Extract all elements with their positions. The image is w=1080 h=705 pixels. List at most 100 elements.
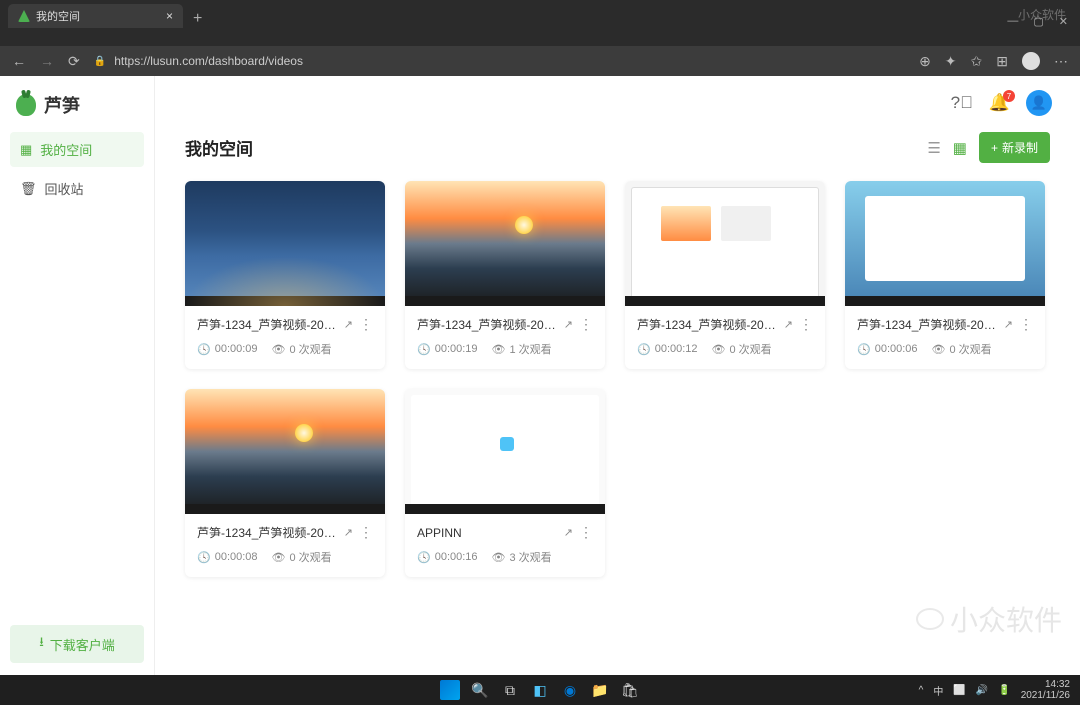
video-duration: 🕓00:00:09 <box>197 343 258 356</box>
more-icon[interactable]: ⋮ <box>799 316 813 333</box>
more-icon[interactable]: ⋮ <box>1019 316 1033 333</box>
video-title: 芦笋-1234_芦笋视频-20211126 <box>197 316 338 333</box>
video-thumbnail <box>185 181 385 306</box>
video-card[interactable]: APPINN ↗ ⋮ 🕓00:00:16 👁3 次观看 <box>405 389 605 577</box>
share-icon[interactable]: ↗ <box>1004 318 1013 331</box>
video-thumbnail <box>845 181 1045 306</box>
sidebar-label: 我的空间 <box>40 140 92 159</box>
new-record-button[interactable]: + 新录制 <box>979 132 1050 163</box>
video-title: 芦笋-1234_芦笋视频-20211126 <box>197 524 338 541</box>
app-container: 芦笋 ▦ 我的空间 🗑 回收站 ⭳ 下载客户端 ?⃝ 🔔 7 👤 我的空间 ☰ … <box>0 76 1080 675</box>
video-thumbnail <box>405 181 605 306</box>
grid-view-button[interactable]: ▦ <box>953 139 967 157</box>
video-card[interactable]: 芦笋-1234_芦笋视频-20211126 ↗ ⋮ 🕓00:00:08 👁0 次… <box>185 389 385 577</box>
app-icon[interactable]: ⊕ <box>919 53 931 70</box>
tab-strip: 我的空间 × + — ▢ ✕ <box>0 0 1080 28</box>
sidebar-item-trash[interactable]: 🗑 回收站 <box>10 171 144 206</box>
url-field[interactable]: 🔒 https://lusun.com/dashboard/videos <box>94 54 905 68</box>
share-icon[interactable]: ↗ <box>344 526 353 539</box>
sidebar-item-my-space[interactable]: ▦ 我的空间 <box>10 132 144 167</box>
video-card[interactable]: 芦笋-1234_芦笋视频-20211126 ↗ ⋮ 🕓00:00:19 👁1 次… <box>405 181 605 369</box>
widgets-icon[interactable]: ◧ <box>530 680 550 700</box>
more-icon[interactable]: ⋮ <box>579 316 593 333</box>
clock-time: 14:32 <box>1021 679 1070 690</box>
video-card[interactable]: 芦笋-1234_芦笋视频-20211126 ↗ ⋮ 🕓00:00:09 👁0 次… <box>185 181 385 369</box>
brand-name: 芦笋 <box>44 92 80 118</box>
video-views: 👁0 次观看 <box>272 549 332 565</box>
plus-icon: + <box>991 141 998 155</box>
clock[interactable]: 14:32 2021/11/26 <box>1021 679 1070 701</box>
page-header: 我的空间 ☰ ▦ + 新录制 <box>185 132 1050 163</box>
network-icon[interactable]: ⬜ <box>953 685 965 696</box>
browser-tab[interactable]: 我的空间 × <box>8 4 183 28</box>
brand-logo[interactable]: 芦笋 <box>10 88 144 132</box>
page-title: 我的空间 <box>185 135 253 160</box>
video-views: 👁1 次观看 <box>492 341 552 357</box>
favorites-icon[interactable]: ✩ <box>971 53 983 70</box>
video-duration: 🕓00:00:06 <box>857 343 918 356</box>
watermark-top: 小众软件 <box>1018 6 1066 23</box>
download-icon: ⭳ <box>39 633 44 655</box>
share-icon[interactable]: ↗ <box>564 318 573 331</box>
eye-icon: 👁 <box>492 551 506 564</box>
explorer-icon[interactable]: 📁 <box>590 680 610 700</box>
clock-icon: 🕓 <box>197 551 211 564</box>
sidebar-label: 回收站 <box>45 179 84 198</box>
share-icon[interactable]: ↗ <box>564 526 573 539</box>
user-avatar[interactable]: 👤 <box>1026 90 1052 116</box>
clock-icon: 🕓 <box>417 551 431 564</box>
volume-icon[interactable]: 🔊 <box>976 685 988 696</box>
forward-icon[interactable]: → <box>40 53 54 69</box>
list-view-button[interactable]: ☰ <box>927 139 940 157</box>
more-icon[interactable]: ⋮ <box>359 316 373 333</box>
video-grid: 芦笋-1234_芦笋视频-20211126 ↗ ⋮ 🕓00:00:09 👁0 次… <box>185 181 1050 577</box>
address-bar: ← → ⟳ 🔒 https://lusun.com/dashboard/vide… <box>0 46 1080 76</box>
eye-icon: 👁 <box>712 343 726 356</box>
help-icon[interactable]: ?⃝ <box>951 93 973 113</box>
more-icon[interactable]: ⋮ <box>359 524 373 541</box>
video-card[interactable]: 芦笋-1234_芦笋视频-20211126 ↗ ⋮ 🕓00:00:06 👁0 次… <box>845 181 1045 369</box>
edge-icon[interactable]: ◉ <box>560 680 580 700</box>
reload-icon[interactable]: ⟳ <box>68 53 80 70</box>
close-tab-icon[interactable]: × <box>166 9 173 23</box>
minimize-icon[interactable]: — <box>1007 15 1018 28</box>
asparagus-icon <box>16 94 36 116</box>
video-title: 芦笋-1234_芦笋视频-20211126 <box>637 316 778 333</box>
share-icon[interactable]: ↗ <box>344 318 353 331</box>
share-icon[interactable]: ↗ <box>784 318 793 331</box>
video-views: 👁0 次观看 <box>932 341 992 357</box>
menu-icon[interactable]: ⋯ <box>1054 53 1068 70</box>
main-content: ?⃝ 🔔 7 👤 我的空间 ☰ ▦ + 新录制 芦笋-1234_芦笋视频-202… <box>155 76 1080 675</box>
taskview-icon[interactable]: ⧉ <box>500 680 520 700</box>
video-duration: 🕓00:00:08 <box>197 551 258 564</box>
store-icon[interactable]: 🛍 <box>620 680 640 700</box>
more-icon[interactable]: ⋮ <box>579 524 593 541</box>
trash-icon: 🗑 <box>20 181 37 197</box>
back-icon[interactable]: ← <box>12 53 26 69</box>
favicon-icon <box>18 10 30 22</box>
video-views: 👁0 次观看 <box>272 341 332 357</box>
new-tab-button[interactable]: + <box>183 10 212 28</box>
download-client-button[interactable]: ⭳ 下载客户端 <box>10 625 144 663</box>
collections-icon[interactable]: ⊞ <box>996 53 1008 70</box>
download-label: 下载客户端 <box>50 635 115 654</box>
extensions-icon[interactable]: ✦ <box>945 53 957 70</box>
profile-icon[interactable] <box>1022 52 1040 70</box>
sidebar: 芦笋 ▦ 我的空间 🗑 回收站 ⭳ 下载客户端 <box>0 76 155 675</box>
video-thumbnail <box>405 389 605 514</box>
battery-icon[interactable]: 🔋 <box>998 685 1010 696</box>
url-text: https://lusun.com/dashboard/videos <box>114 54 303 68</box>
video-thumbnail <box>625 181 825 306</box>
video-duration: 🕓00:00:16 <box>417 551 478 564</box>
start-icon[interactable] <box>440 680 460 700</box>
video-title: 芦笋-1234_芦笋视频-20211126 <box>417 316 558 333</box>
clock-icon: 🕓 <box>857 343 871 356</box>
bell-icon[interactable]: 🔔 7 <box>989 93 1010 113</box>
tray-chevron-icon[interactable]: ^ <box>919 685 924 696</box>
ime-indicator[interactable]: 中 <box>933 683 943 698</box>
video-title: APPINN <box>417 526 558 540</box>
eye-icon: 👁 <box>932 343 946 356</box>
new-record-label: 新录制 <box>1002 139 1038 156</box>
video-card[interactable]: 芦笋-1234_芦笋视频-20211126 ↗ ⋮ 🕓00:00:12 👁0 次… <box>625 181 825 369</box>
search-icon[interactable]: 🔍 <box>470 680 490 700</box>
